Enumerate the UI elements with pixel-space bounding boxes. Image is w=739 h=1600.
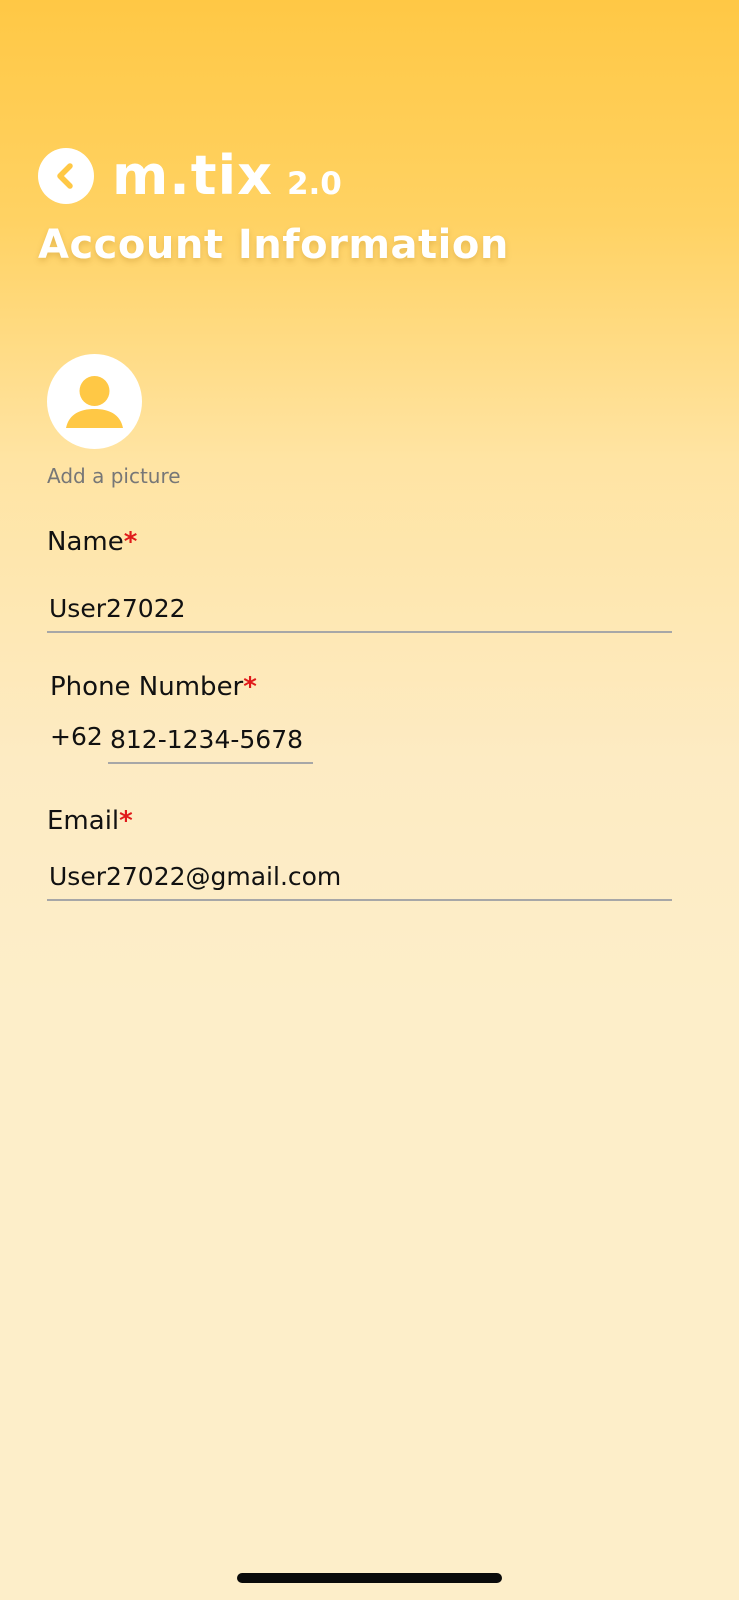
chevron-left-icon (57, 163, 73, 189)
back-button[interactable] (38, 148, 94, 204)
phone-label: Phone Number* (50, 672, 257, 702)
logo-version: 2.0 (286, 166, 342, 202)
email-label: Email* (47, 806, 133, 836)
header: m.tix 2.0 (38, 146, 342, 206)
name-input[interactable] (47, 585, 672, 633)
logo-text: m.tix (112, 144, 273, 207)
home-indicator (237, 1573, 502, 1583)
email-label-text: Email (47, 806, 120, 836)
person-icon (66, 376, 123, 428)
name-label: Name* (47, 527, 137, 557)
avatar-picker[interactable] (47, 354, 142, 449)
page-title: Account Information (38, 222, 509, 268)
required-mark: * (119, 806, 133, 836)
phone-label-text: Phone Number (50, 672, 244, 702)
country-code: +62 (50, 722, 103, 751)
app-logo: m.tix 2.0 (112, 149, 342, 203)
email-input[interactable] (47, 853, 672, 901)
required-mark: * (123, 527, 138, 557)
phone-input[interactable] (108, 716, 313, 764)
add-picture-link[interactable]: Add a picture (47, 464, 181, 488)
name-label-text: Name (47, 527, 124, 557)
required-mark: * (243, 672, 257, 702)
